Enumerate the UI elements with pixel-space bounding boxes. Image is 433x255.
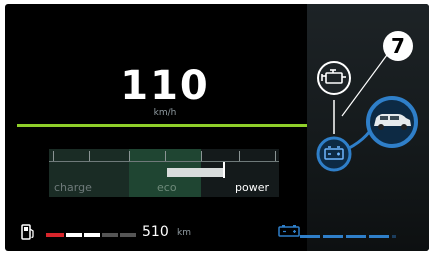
gauge-ticks: [49, 149, 279, 162]
callout-number: 7: [383, 31, 413, 61]
gauge-label-charge: charge: [54, 181, 92, 194]
battery-circle: [316, 136, 352, 172]
range-unit: km: [177, 228, 191, 238]
range-value: 510: [142, 224, 169, 240]
battery-icon: [278, 225, 300, 237]
speed-unit: km/h: [153, 108, 177, 118]
fuel-level-bar: [46, 233, 142, 237]
power-gauge: charge eco power: [49, 149, 279, 197]
speed-value: 110: [120, 63, 210, 109]
battery-level-bar: [300, 235, 396, 238]
gauge-indicator: [167, 168, 223, 177]
gauge-label-power: power: [235, 181, 269, 194]
gauge-indicator-edge: [223, 162, 225, 178]
gauge-label-eco: eco: [157, 181, 177, 194]
speed-divider-line: [17, 124, 307, 127]
fuel-pump-icon: [21, 224, 34, 240]
